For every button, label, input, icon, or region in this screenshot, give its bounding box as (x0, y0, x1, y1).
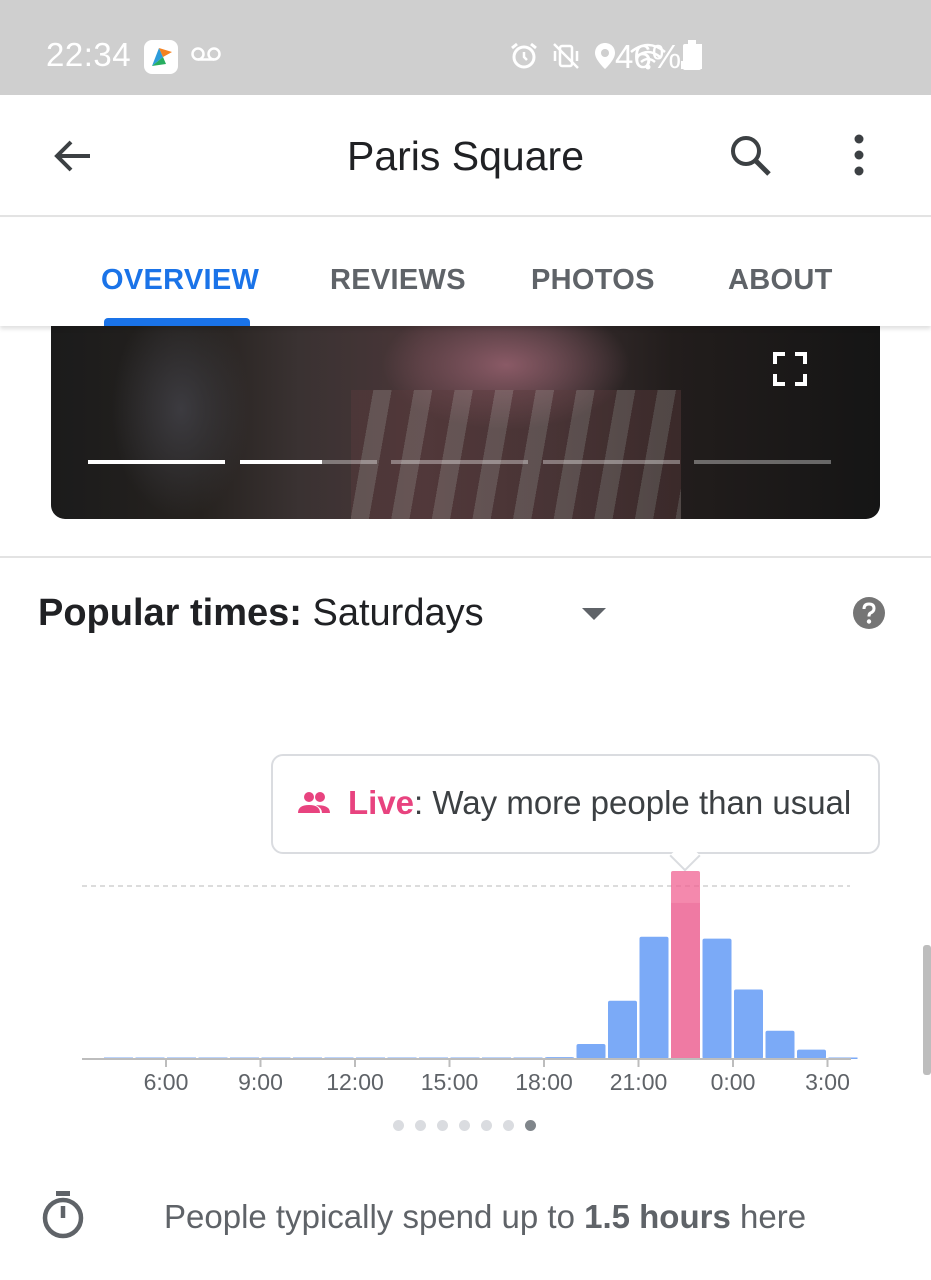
dwell-duration: 1.5 hours (584, 1198, 731, 1235)
live-text: Live: Way more people than usual (348, 784, 851, 822)
section-divider (0, 556, 931, 558)
help-icon[interactable] (852, 596, 886, 630)
story-segment (88, 460, 225, 464)
x-tick-label: 15:00 (421, 1069, 479, 1095)
page-dot (459, 1120, 470, 1131)
fullscreen-icon[interactable] (773, 352, 807, 386)
people-icon (297, 788, 331, 818)
usual-bar (608, 1000, 637, 1059)
voicemail-icon (190, 38, 222, 68)
timer-icon (40, 1190, 86, 1240)
usual-bar (734, 989, 763, 1059)
tab-overview[interactable]: OVERVIEW (101, 264, 259, 297)
story-segment (542, 460, 680, 464)
tab-about[interactable]: ABOUT (728, 264, 833, 297)
popular-times-label: Popular times: (38, 592, 302, 634)
x-tick-label: 9:00 (238, 1069, 283, 1095)
popular-times-chart[interactable]: 6:00 9:00 12:00 15:00 18:00 21:00 0:00 3:00 (0, 860, 931, 1100)
tab-indicator (104, 318, 250, 326)
scrollbar[interactable] (923, 945, 931, 1075)
page-dot (415, 1120, 426, 1131)
location-icon (595, 43, 615, 69)
tab-reviews[interactable]: REVIEWS (330, 264, 466, 297)
page-dot (481, 1120, 492, 1131)
usual-bar (702, 938, 732, 1059)
x-tick-label: 3:00 (805, 1069, 850, 1095)
app-bar: Paris Square (0, 95, 931, 217)
live-description: : Way more people than usual (414, 784, 852, 821)
dwell-prefix: People typically spend up to (164, 1198, 585, 1235)
dwell-time-text: People typically spend up to 1.5 hours h… (164, 1198, 806, 1236)
more-vert-icon[interactable] (838, 131, 880, 179)
live-label: Live (348, 784, 415, 821)
place-title: Paris Square (346, 133, 584, 179)
x-tick-label: 21:00 (610, 1069, 668, 1095)
x-tick-label: 18:00 (515, 1069, 573, 1095)
usual-bar (639, 936, 669, 1059)
status-time: 22:34 (46, 36, 132, 73)
status-bar: 22:34 46% (0, 0, 931, 95)
story-segment (694, 460, 831, 464)
chevron-down-icon[interactable] (578, 604, 610, 624)
story-segment (391, 460, 528, 464)
story-segment (239, 460, 377, 464)
alarm-icon (511, 42, 537, 69)
place-tabs: OVERVIEW REVIEWS PHOTOS ABOUT (0, 218, 931, 326)
page-dot (503, 1120, 514, 1131)
story-segment-fill (239, 460, 322, 464)
usual-bar (576, 1043, 606, 1059)
battery-icon (682, 40, 702, 70)
x-tick-label: 0:00 (711, 1069, 756, 1095)
usual-bar (765, 1030, 795, 1059)
live-photo-story[interactable] (51, 300, 880, 519)
dwell-suffix: here (730, 1198, 807, 1235)
usual-bar-live-hour (671, 902, 700, 1059)
photo-shade (111, 300, 251, 519)
search-icon[interactable] (728, 133, 774, 179)
live-status-bubble: Live: Way more people than usual (271, 754, 880, 854)
vibrate-icon (553, 43, 579, 69)
usual-bar (797, 1049, 826, 1059)
story-segment-fill (88, 460, 225, 464)
popular-times-day: Saturdays (312, 592, 484, 634)
page-dot (525, 1120, 536, 1131)
battery-percent: 46% (615, 38, 682, 75)
x-tick-label: 6:00 (144, 1069, 189, 1095)
day-page-dots (393, 1120, 536, 1131)
popular-times-header[interactable]: Popular times: Saturdays (38, 592, 484, 635)
photo-shade (351, 390, 681, 519)
app-notification-icon (144, 40, 178, 74)
page-dot (437, 1120, 448, 1131)
x-tick-label: 12:00 (326, 1069, 384, 1095)
page-dot (393, 1120, 404, 1131)
tab-photos[interactable]: PHOTOS (531, 264, 655, 297)
